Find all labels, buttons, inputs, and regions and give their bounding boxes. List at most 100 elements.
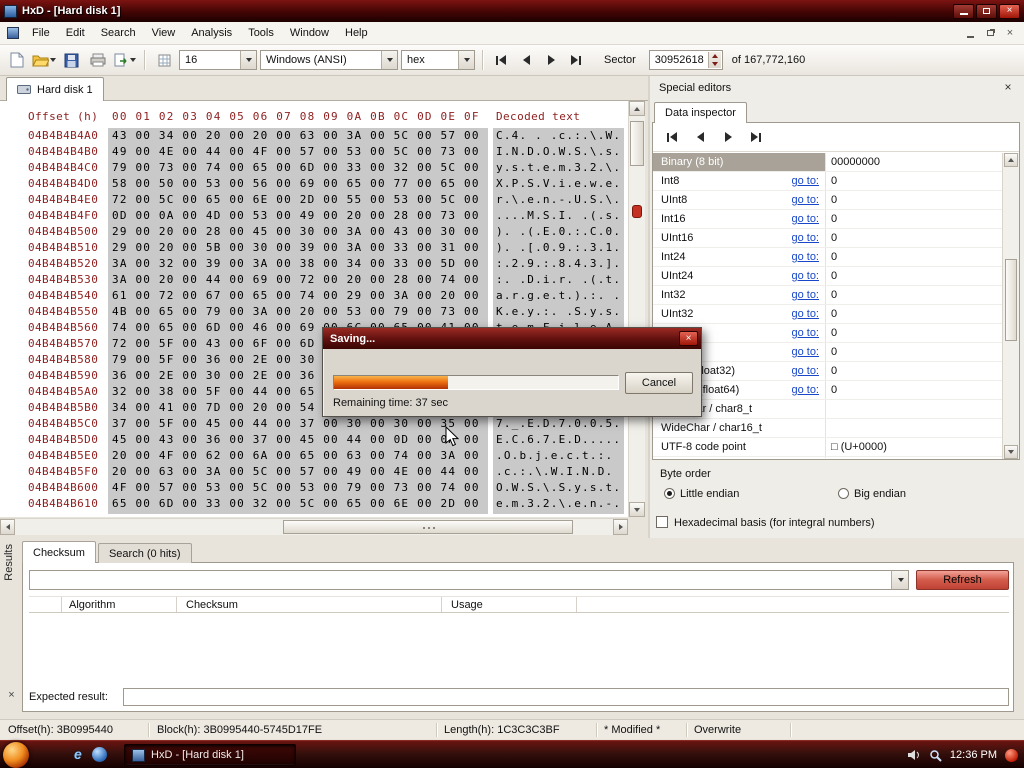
inspector-scroll-up[interactable] — [1004, 153, 1018, 167]
menu-item-help[interactable]: Help — [337, 23, 376, 43]
inspector-value[interactable]: 0 — [831, 270, 837, 282]
hex-row-decoded[interactable]: y.s.t.e.m.3.2.\. — [496, 160, 621, 176]
scroll-down-button[interactable] — [629, 502, 645, 517]
sector-input[interactable]: 30952618 — [648, 50, 723, 70]
inspector-row[interactable]: UTF-8 code point □ (U+0000) — [653, 438, 1002, 457]
scroll-left-button[interactable] — [0, 519, 15, 535]
scroll-up-button[interactable] — [629, 101, 645, 116]
last-sector-button[interactable] — [565, 51, 587, 69]
inspector-goto-link[interactable]: go to: — [765, 213, 819, 225]
hex-row-bytes[interactable]: 72 00 5C 00 65 00 6E 00 2D 00 55 00 53 0… — [112, 192, 480, 208]
inspector-row[interactable]: Int32 go to: 0 — [653, 286, 1002, 305]
dialog-close-button[interactable]: × — [679, 331, 698, 346]
export-button[interactable] — [113, 48, 137, 72]
vertical-scroll-thumb[interactable] — [630, 121, 644, 166]
inspector-row[interactable]: UInt24 go to: 0 — [653, 267, 1002, 286]
inspector-value[interactable]: 0 — [831, 175, 837, 187]
refresh-button[interactable]: Refresh — [916, 570, 1009, 590]
inspector-row[interactable]: Int8 go to: 0 — [653, 172, 1002, 191]
hex-row-bytes[interactable]: 29 00 20 00 5B 00 30 00 39 00 3A 00 33 0… — [112, 240, 480, 256]
hex-row-decoded[interactable]: :. .D.i.r. .(.t. — [496, 272, 621, 288]
inspector-previous-button[interactable] — [689, 128, 711, 146]
inspector-goto-link[interactable]: go to: — [765, 346, 819, 358]
hex-row-decoded[interactable]: K.e.y.:. .S.y.s. — [496, 304, 621, 320]
inspector-value[interactable]: 0 — [831, 194, 837, 206]
hex-row-bytes[interactable]: 4B 00 65 00 79 00 3A 00 20 00 53 00 79 0… — [112, 304, 480, 320]
inspector-value[interactable]: 0 — [831, 213, 837, 225]
menu-item-file[interactable]: File — [24, 23, 58, 43]
inspector-value[interactable]: 0 — [831, 232, 837, 244]
inspector-value[interactable]: 0 — [831, 346, 837, 358]
internet-explorer-icon[interactable]: e — [74, 746, 82, 762]
sector-spinner[interactable] — [707, 52, 721, 68]
inspector-goto-link[interactable]: go to: — [765, 308, 819, 320]
hex-row-decoded[interactable]: I.N.D.O.W.S.\.s. — [496, 144, 621, 160]
inspector-row[interactable]: UInt32 go to: 0 — [653, 305, 1002, 324]
inspector-goto-link[interactable]: go to: — [765, 327, 819, 339]
inspector-row[interactable]: Int16 go to: 0 — [653, 210, 1002, 229]
menu-item-view[interactable]: View — [144, 23, 184, 43]
big-endian-radio[interactable]: Big endian — [838, 488, 906, 500]
next-sector-button[interactable] — [540, 51, 562, 69]
encoding-select[interactable]: Windows (ANSI) — [260, 50, 398, 70]
expected-result-input[interactable] — [123, 688, 1009, 706]
horizontal-scroll-thumb[interactable] — [283, 520, 573, 534]
hex-row-bytes[interactable]: 4F 00 57 00 53 00 5C 00 53 00 79 00 73 0… — [112, 480, 480, 496]
inspector-value[interactable]: □ (U+0000) — [831, 441, 887, 453]
inspector-value[interactable]: 0 — [831, 327, 837, 339]
hex-row-decoded[interactable]: C.4. . .c.:.\.W. — [496, 128, 621, 144]
print-button[interactable] — [86, 48, 110, 72]
save-button[interactable] — [59, 48, 83, 72]
base-select[interactable]: hex — [401, 50, 475, 70]
inspector-row[interactable]: AnsiChar / char8_t — [653, 400, 1002, 419]
hex-row-bytes[interactable]: 3A 00 32 00 39 00 3A 00 38 00 34 00 33 0… — [112, 256, 480, 272]
close-button[interactable]: × — [999, 3, 1020, 19]
menu-item-search[interactable]: Search — [93, 23, 144, 43]
hex-row-bytes[interactable]: 0D 00 0A 00 4D 00 53 00 49 00 20 00 28 0… — [112, 208, 480, 224]
inspector-row[interactable]: Single (float32)go to:0 — [653, 362, 1002, 381]
encoding-arrow[interactable] — [381, 51, 397, 69]
new-file-button[interactable] — [5, 48, 29, 72]
export-dropdown-icon[interactable] — [130, 58, 136, 62]
tab-data-inspector[interactable]: Data inspector — [654, 102, 747, 123]
menu-item-window[interactable]: Window — [282, 23, 337, 43]
tray-orb-icon[interactable] — [1005, 748, 1018, 762]
hex-row-bytes[interactable]: 79 00 73 00 74 00 65 00 6D 00 33 00 32 0… — [112, 160, 480, 176]
open-file-button[interactable] — [32, 48, 56, 72]
inspector-row[interactable]: UInt8 go to: 0 — [653, 191, 1002, 210]
inspector-row[interactable]: WideChar / char16_t — [653, 419, 1002, 438]
tab-search[interactable]: Search (0 hits) — [97, 543, 192, 563]
hex-row-decoded[interactable]: .O.b.j.e.c.t.:. — [496, 448, 613, 464]
menu-item-tools[interactable]: Tools — [240, 23, 282, 43]
hex-horizontal-scrollbar[interactable] — [0, 518, 628, 535]
bytes-per-row-select[interactable]: 16 — [179, 50, 257, 70]
inspector-goto-link[interactable]: go to: — [765, 194, 819, 206]
checksum-select-arrow[interactable] — [891, 571, 908, 589]
hex-vertical-scrollbar[interactable] — [628, 101, 645, 517]
inspector-row[interactable]: Binary (8 bit) 00000000 — [653, 153, 1002, 172]
cancel-button[interactable]: Cancel — [625, 372, 693, 394]
hex-row-decoded[interactable]: E.C.6.7.E.D..... — [496, 432, 621, 448]
tab-hard-disk-1[interactable]: Hard disk 1 — [6, 77, 104, 101]
inspector-row[interactable]: UInt64go to:0 — [653, 343, 1002, 362]
hex-basis-checkbox[interactable]: Hexadecimal basis (for integral numbers) — [656, 516, 875, 529]
bytes-per-row-arrow[interactable] — [240, 51, 256, 69]
mdi-minimize-button[interactable] — [962, 26, 978, 40]
hex-row-decoded[interactable]: ). .[.0.9.:.3.1. — [496, 240, 621, 256]
inspector-goto-link[interactable]: go to: — [765, 175, 819, 187]
volume-icon[interactable] — [907, 749, 921, 761]
inspector-goto-link[interactable]: go to: — [765, 384, 819, 396]
inspector-row[interactable]: Double (float64)go to:0 — [653, 381, 1002, 400]
hex-row-bytes[interactable]: 58 00 50 00 53 00 56 00 69 00 65 00 77 0… — [112, 176, 480, 192]
inspector-row[interactable]: UInt16 go to: 0 — [653, 229, 1002, 248]
hex-row-decoded[interactable]: :.2.9.:.8.4.3.]. — [496, 256, 621, 272]
hex-row-bytes[interactable]: 65 00 6D 00 33 00 32 00 5C 00 65 00 6E 0… — [112, 496, 480, 512]
hex-row-bytes[interactable]: 49 00 4E 00 44 00 4F 00 57 00 53 00 5C 0… — [112, 144, 480, 160]
menu-item-analysis[interactable]: Analysis — [183, 23, 240, 43]
hex-row-decoded[interactable]: a.r.g.e.t.).:. . — [496, 288, 621, 304]
inspector-value[interactable]: 0 — [831, 365, 837, 377]
minimize-button[interactable] — [953, 3, 974, 19]
inspector-goto-link[interactable]: go to: — [765, 289, 819, 301]
checksum-algorithm-select[interactable] — [29, 570, 909, 590]
little-endian-radio[interactable]: Little endian — [664, 488, 739, 500]
